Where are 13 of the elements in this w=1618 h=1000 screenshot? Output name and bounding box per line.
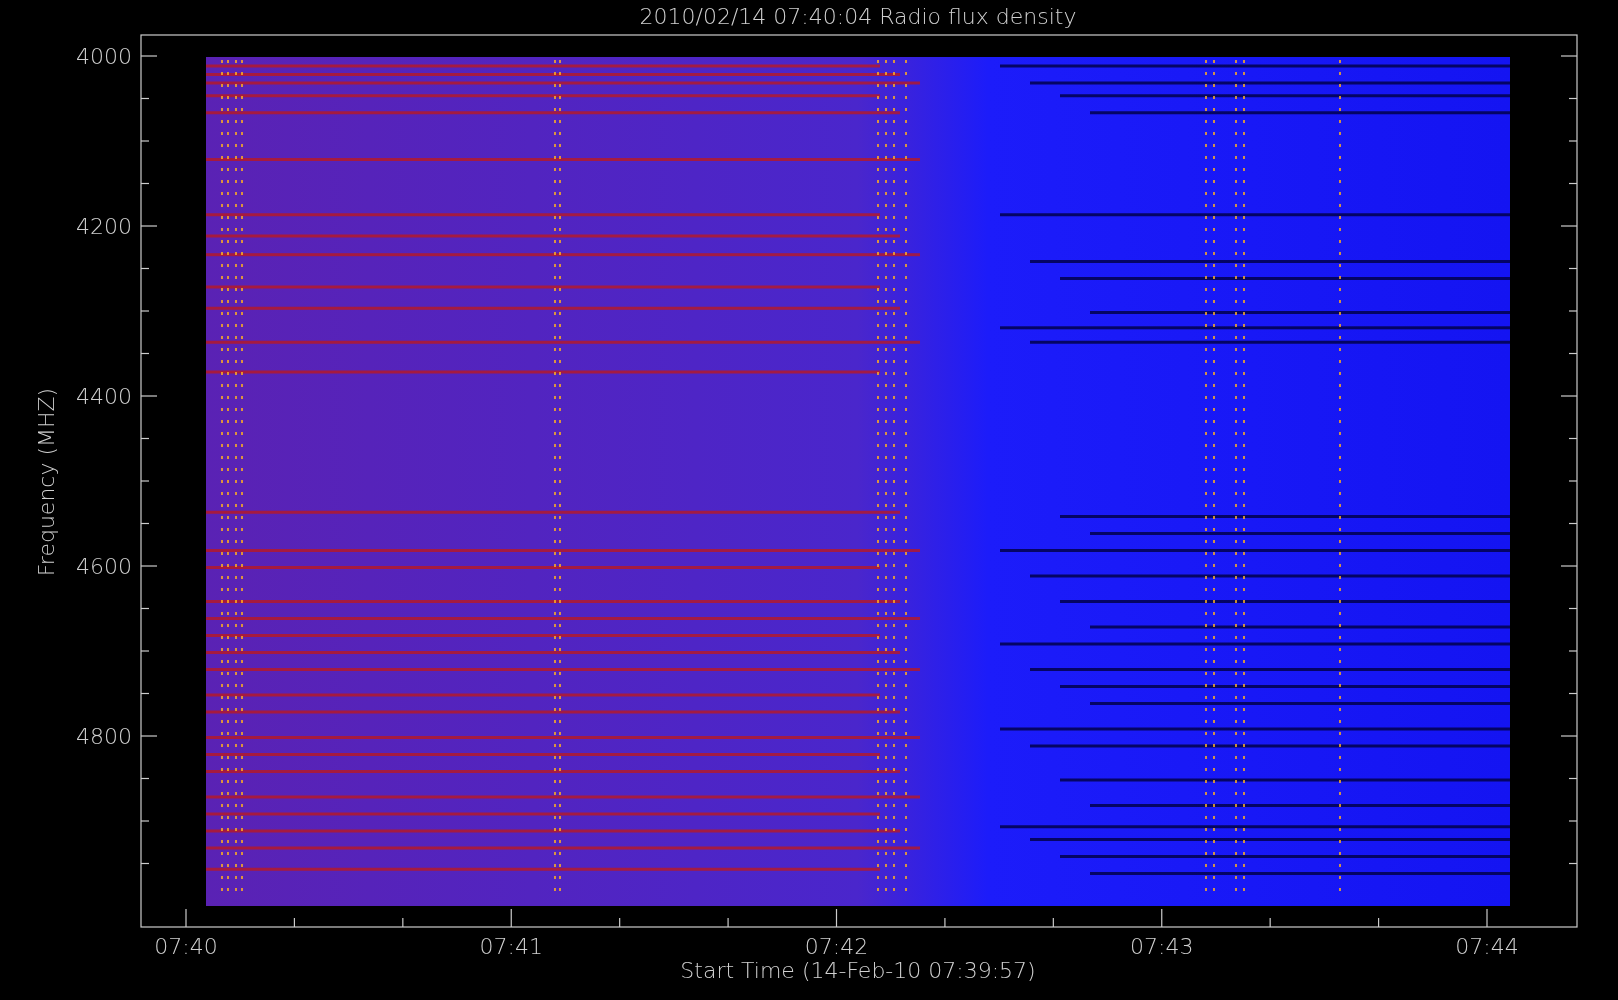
tick-label: 07:40 (154, 934, 218, 959)
tick-label: 07:41 (479, 934, 543, 959)
tick-label: 4200 (76, 214, 132, 239)
tick-label: 07:43 (1130, 934, 1194, 959)
tick-label: 07:42 (804, 934, 869, 959)
tick-label: 4600 (76, 554, 132, 579)
plot-title: 2010/02/14 07:40:04 Radio flux density (639, 4, 1077, 29)
tick-label: 4400 (76, 384, 132, 409)
axis-label: Start Time (14-Feb-10 07:39:57) (680, 958, 1036, 983)
axis-label: Frequency (MHZ) (34, 387, 59, 577)
tick-label: 4000 (76, 44, 132, 69)
tick-label: 4800 (76, 724, 132, 749)
tick-label: 07:44 (1455, 934, 1519, 959)
